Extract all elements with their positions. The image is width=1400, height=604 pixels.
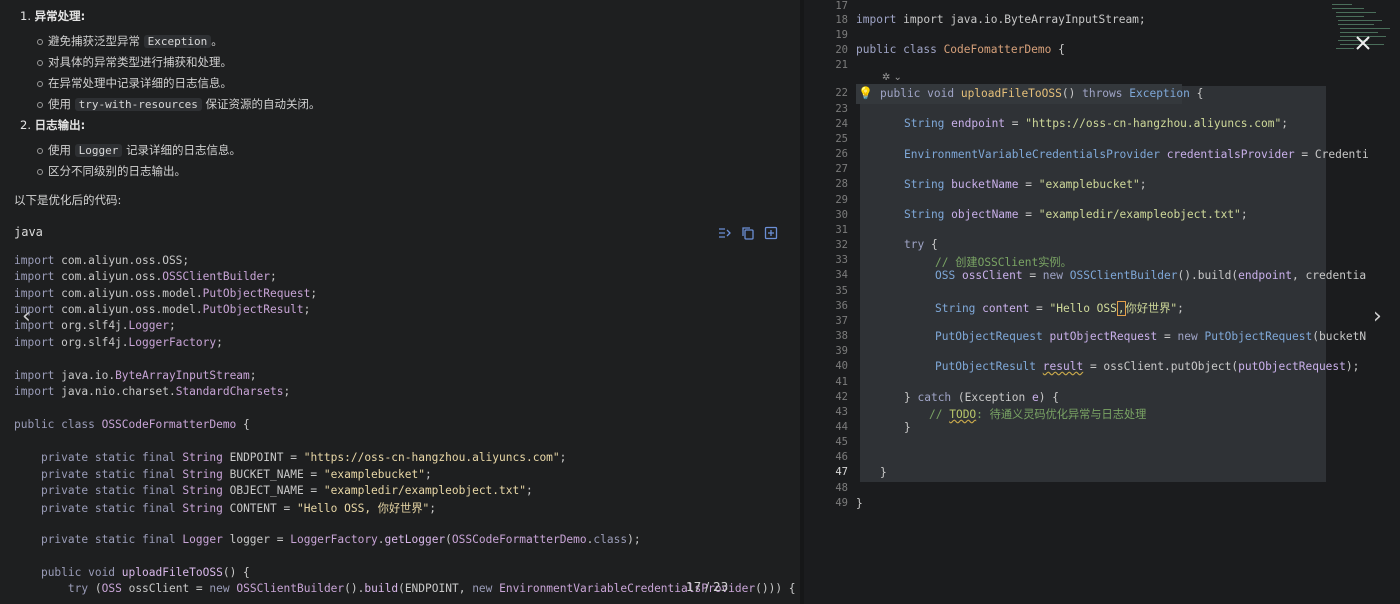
code-line: import com.aliyun.oss.model.PutObjectRes… [14,303,311,316]
code-line: import java.io.ByteArrayInputStream; [14,369,257,382]
code-line: public class OSSCodeFormatterDemo { [14,418,250,431]
list-item: 使用 Logger 记录详细的日志信息。 [36,143,242,157]
line-number: 45 [835,436,848,448]
line-number: 23 [835,103,848,115]
line-number: 48 [835,482,848,494]
code-line: public void uploadFileToOSS() throws Exc… [880,87,1204,100]
list-item: 对具体的异常类型进行捕获和处理。 [37,55,232,69]
line-number: 25 [835,133,848,145]
code-line: import java.nio.charset.StandardCharsets… [14,385,291,398]
line-number: 32 [835,239,848,251]
code-line: private static final String OBJECT_NAME … [40,484,533,497]
intro-text: 以下是优化后的代码: [14,193,122,207]
line-number: 38 [835,330,848,342]
line-number: 29 [835,194,848,206]
line-number: 31 [835,224,848,236]
line-number: 33 [835,254,848,266]
line-number: 49 [835,497,848,509]
code-line: private static final String ENDPOINT = "… [40,451,567,464]
code-comment: // TODO: 待通义灵码优化异常与日志处理 [929,408,1147,421]
code-line: private static final String CONTENT = "H… [40,502,437,515]
left-panel: 1. 异常处理: 避免捕获泛型异常 Exception。 对具体的异常类型进行捕… [0,0,800,604]
code-line: String bucketName = "examplebucket"; [904,178,1147,191]
code-line: public void uploadFileToOSS() { [40,566,250,579]
line-number: 44 [835,421,848,433]
chevron-left-icon[interactable]: ‹ [22,306,31,328]
line-number: 43 [835,406,848,418]
line-number: 40 [835,360,848,372]
line-number: 17 [835,0,848,12]
line-number: 34 [835,269,848,281]
line-number: 22 [835,87,848,99]
code-line: String endpoint = "https://oss-cn-hangzh… [904,117,1288,130]
list-item: 在异常处理中记录详细的日志信息。 [37,76,232,90]
code-line: try (OSS ossClient = new OSSClientBuilde… [67,582,796,595]
list-item: 使用 try-with-resources 保证资源的自动关闭。 [37,97,321,111]
selection-highlight [860,86,1326,482]
section-2-heading: 2. 日志输出: [20,118,86,132]
ai-assist-icon[interactable]: ✲ ⌄ [882,72,902,83]
line-number: 41 [835,376,848,388]
section-1-heading: 1. 异常处理: [20,9,86,23]
code-line: String content = "Hello OSS,你好世界"; [935,301,1184,316]
code-line: OSS ossClient = new OSSClientBuilder().b… [935,269,1367,282]
line-number: 36 [835,300,848,312]
line-number: 20 [835,44,848,56]
code-line: } [856,497,863,510]
code-line: PutObjectResult result = ossClient.putOb… [935,360,1360,373]
line-number: 18 [835,14,848,26]
lightbulb-icon[interactable]: 💡 [858,86,873,100]
list-item: 避免捕获泛型异常 Exception。 [37,34,223,48]
code-line: } [904,421,911,434]
code-line: import import java.io.ByteArrayInputStre… [856,13,1146,26]
code-line: PutObjectRequest putObjectRequest = new … [935,330,1367,343]
code-line: } catch (Exception e) { [904,391,1059,404]
line-number: 21 [835,59,848,71]
line-number: 24 [835,118,848,130]
code-language-label: java [14,225,43,239]
code-line: EnvironmentVariableCredentialsProvider c… [904,148,1369,161]
page-indicator: 17 / 23 [686,580,729,594]
code-line: import com.aliyun.oss.OSSClientBuilder; [14,270,277,283]
close-icon[interactable] [1352,32,1374,54]
line-number: 28 [835,178,848,190]
code-line: private static final String BUCKET_NAME … [40,468,432,481]
list-item: 区分不同级别的日志输出。 [37,164,186,178]
line-number: 26 [835,148,848,160]
line-number: 42 [835,391,848,403]
line-number: 47 [835,466,848,478]
code-line: String objectName = "exampledir/exampleo… [904,208,1248,221]
line-number: 39 [835,345,848,357]
code-line: import org.slf4j.LoggerFactory; [14,336,223,349]
new-file-icon[interactable] [764,226,778,240]
line-number: 27 [835,163,848,175]
line-number: 19 [835,29,848,41]
code-line: public class CodeFomatterDemo { [856,43,1065,56]
line-number: 30 [835,209,848,221]
code-line: } [880,466,887,479]
line-number: 37 [835,315,848,327]
code-line: import com.aliyun.oss.OSS; [14,254,190,267]
code-comment: // 创建OSSClient实例。 [935,256,1072,269]
code-line: private static final Logger logger = Log… [40,533,641,546]
code-line: import com.aliyun.oss.model.PutObjectReq… [14,287,318,300]
copy-icon[interactable] [741,226,755,240]
code-line: import org.slf4j.Logger; [14,319,176,332]
chevron-right-icon[interactable]: › [1373,306,1382,328]
line-number: 46 [835,451,848,463]
line-number: 35 [835,285,848,297]
insert-icon[interactable] [717,226,731,240]
right-panel: 17 18 19 20 21 22 23 24 25 26 27 28 29 3… [804,0,1400,604]
code-line: try { [904,238,938,251]
